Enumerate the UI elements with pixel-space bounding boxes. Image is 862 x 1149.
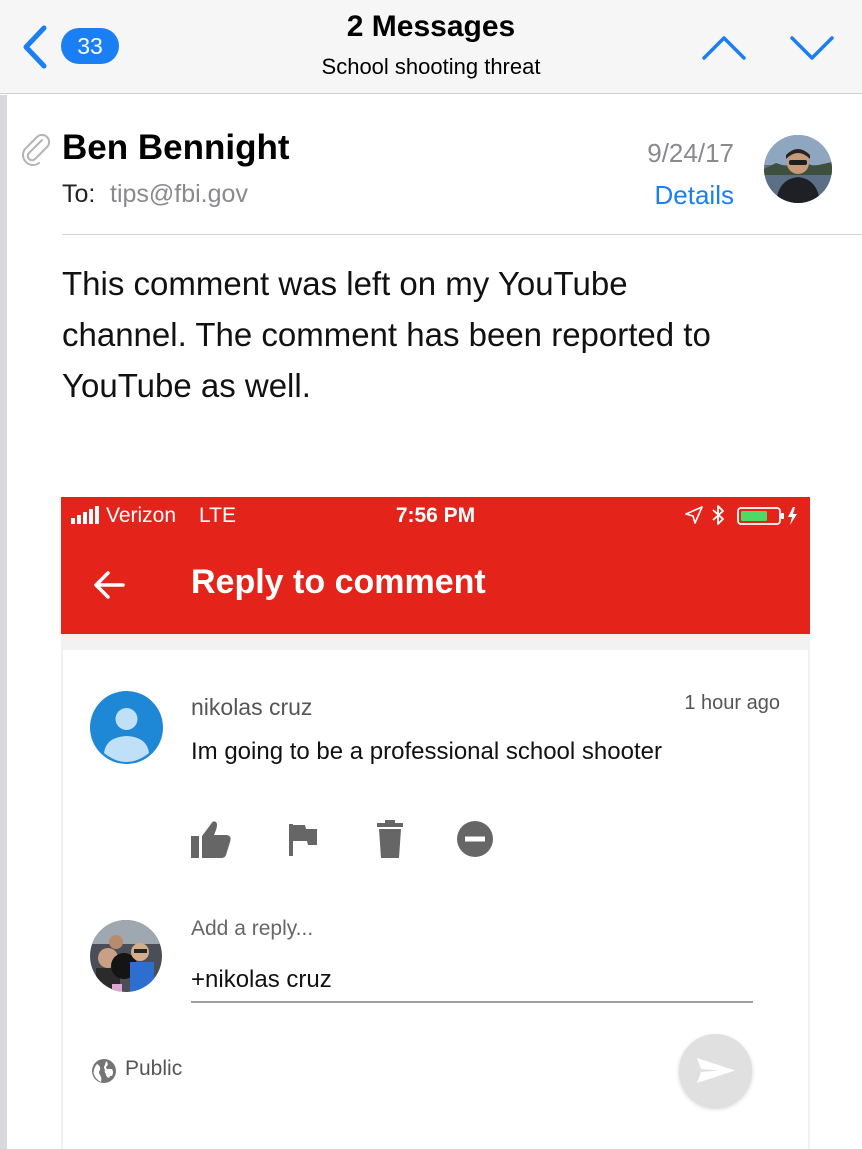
location-arrow-icon [685,506,703,524]
mail-nav-bar: 33 2 Messages School shooting threat [0,0,862,94]
youtube-app-bar: Reply to comment [61,535,810,634]
recipient-address[interactable]: tips@fbi.gov [110,180,248,209]
globe-icon [92,1059,116,1083]
send-button[interactable] [679,1034,752,1107]
comment-card: nikolas cruz 1 hour ago Im going to be a… [63,650,808,1149]
current-user-avatar [90,920,162,992]
phone-status-bar: Verizon LTE 7:56 PM [61,497,810,535]
embedded-screenshot: Verizon LTE 7:56 PM Reply to comment nik… [61,497,810,1149]
message-body: This comment was left on my YouTube chan… [62,265,711,404]
paperclip-icon [22,133,51,166]
next-message-icon[interactable] [788,30,836,64]
comment-author[interactable]: nikolas cruz [191,694,312,721]
remove-circle-icon[interactable] [453,818,497,860]
bluetooth-icon [712,505,724,525]
sender-avatar[interactable] [764,135,832,203]
default-user-avatar-icon[interactable] [90,691,163,764]
header-divider [62,234,862,235]
like-icon[interactable] [189,818,233,860]
send-icon [697,1058,735,1083]
sender-name[interactable]: Ben Bennight [62,128,289,168]
app-bar-title: Reply to comment [191,563,486,601]
to-label: To: [62,180,96,208]
previous-message-icon[interactable] [700,30,748,64]
comment-text: Im going to be a professional school sho… [191,738,662,765]
thread-indicator-strip [0,95,7,1149]
arrow-left-icon[interactable] [91,567,127,603]
battery-charging-icon [737,507,797,525]
reply-input[interactable] [191,958,753,1003]
comment-timestamp: 1 hour ago [684,692,780,714]
message-date: 9/24/17 [647,138,734,168]
details-link[interactable]: Details [655,180,734,211]
privacy-setting[interactable]: Public [125,1057,182,1081]
flag-icon[interactable] [281,818,325,860]
trash-icon[interactable] [368,818,412,860]
add-reply-label: Add a reply... [191,917,314,940]
